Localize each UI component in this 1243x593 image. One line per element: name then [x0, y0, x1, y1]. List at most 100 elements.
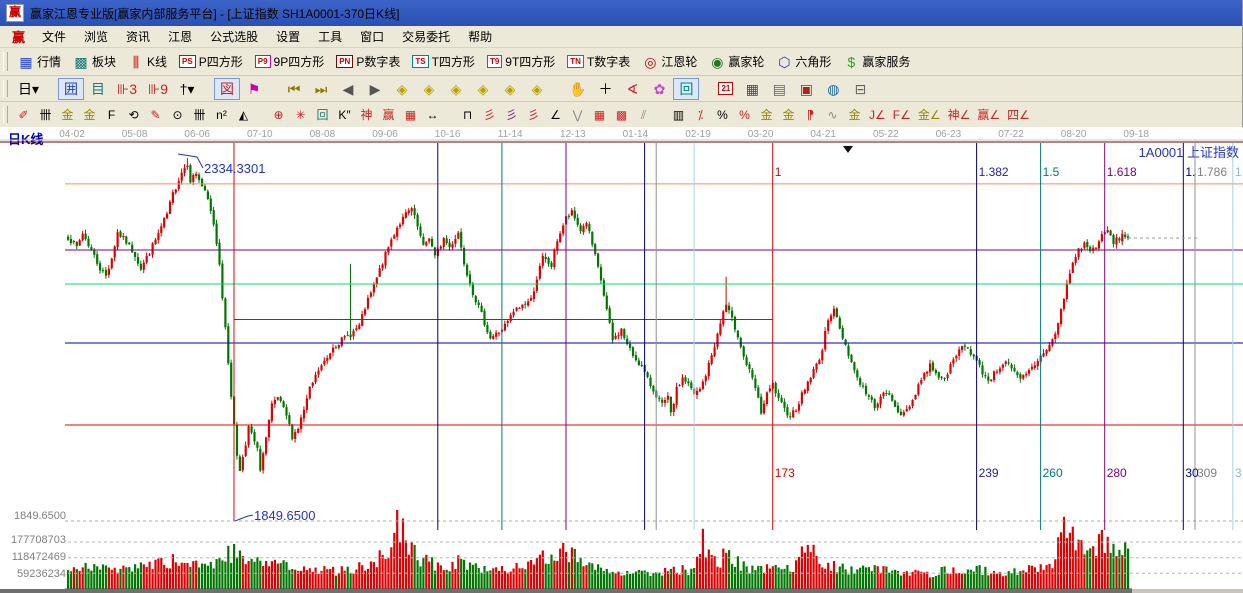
menu-item-4[interactable]: 江恩	[159, 26, 201, 47]
cycle-circle-tool[interactable]: ⊙	[167, 104, 188, 126]
f-ruler-tool[interactable]: F	[101, 104, 122, 126]
t-number-table-button[interactable]: TNT数字表	[562, 51, 635, 73]
diamond-left-button[interactable]: ◈	[389, 78, 415, 100]
menu-item-8[interactable]: 窗口	[351, 26, 393, 47]
color-flag-button[interactable]: ⚑	[241, 78, 267, 100]
k-double-tool[interactable]: K″	[334, 104, 355, 126]
fan-box-tool[interactable]: 彡	[501, 104, 522, 126]
gold-line-tool[interactable]: 金	[844, 104, 865, 126]
fan-box-red-tool[interactable]: 彡	[523, 104, 544, 126]
menu-item-10[interactable]: 帮助	[459, 26, 501, 47]
ray-fan-tool[interactable]: 彡	[479, 104, 500, 126]
diamond-right-button[interactable]: ◈	[416, 78, 442, 100]
stat-bars-tool[interactable]: ▥	[668, 104, 689, 126]
prev-page-button[interactable]: ◀	[335, 78, 361, 100]
9t-square-button[interactable]: T99T四方形	[482, 51, 560, 73]
calculator-button[interactable]: ▦	[739, 78, 765, 100]
square-spiral-tool[interactable]: 回	[312, 104, 333, 126]
save-button[interactable]: ▣	[793, 78, 819, 100]
bars-9-button[interactable]: ⊪9	[143, 78, 173, 100]
ying-grid-tool[interactable]: 赢	[378, 104, 399, 126]
quotes-button[interactable]: ▦行情	[13, 51, 66, 73]
shen-grid-tool[interactable]: 神	[356, 104, 377, 126]
pct-line-tool[interactable]: %	[734, 104, 755, 126]
wave-line-tool[interactable]: ∿	[822, 104, 843, 126]
menu-item-7[interactable]: 工具	[309, 26, 351, 47]
drag-hand-button[interactable]: ✋	[564, 78, 591, 100]
gann-tool-button[interactable]: ✿	[646, 78, 672, 100]
candle-width-dropdown[interactable]: †▾	[174, 78, 200, 100]
grid-table-tool[interactable]: ▦	[589, 104, 610, 126]
menu-item-3[interactable]: 资讯	[117, 26, 159, 47]
number-grid-tool[interactable]: ▦	[400, 104, 421, 126]
diamond-compress-all-button[interactable]: ◈	[524, 78, 550, 100]
toolbar-grip[interactable]	[3, 80, 8, 98]
star-burst-tool[interactable]: ✳	[290, 104, 311, 126]
toolbar-grip[interactable]	[3, 52, 8, 71]
crosshair-button[interactable]: ＋	[592, 78, 618, 100]
v-lines-tool[interactable]: ⋁	[567, 104, 588, 126]
pen-marker-tool[interactable]: ⁋	[800, 104, 821, 126]
first-page-button[interactable]: ⏮	[281, 78, 307, 100]
diamond-expand-button[interactable]: ◈	[443, 78, 469, 100]
chart-area[interactable]: 日K线 1A0001 上证指数 04-0205-0806-0607-1008-0…	[0, 127, 1243, 593]
trade-notes-button[interactable]: ▤	[766, 78, 792, 100]
p-number-table-button[interactable]: PNP数字表	[331, 51, 405, 73]
toolbar-grip[interactable]	[3, 106, 8, 124]
gold-avg-tool[interactable]: 金	[778, 104, 799, 126]
p-square-button[interactable]: PSP四方形	[174, 51, 248, 73]
shen-angle-tool[interactable]: 神∠	[945, 104, 974, 126]
t-frame-tool[interactable]: ⊓	[457, 104, 478, 126]
net-update-button[interactable]: ◍	[820, 78, 846, 100]
menu-item-1[interactable]: 文件	[33, 26, 75, 47]
target-cross-tool[interactable]: ⊕	[268, 104, 289, 126]
red-lattice-button[interactable]: 図	[214, 78, 240, 100]
bars-3-button[interactable]: ⊪3	[112, 78, 142, 100]
menu-item-6[interactable]: 设置	[267, 26, 309, 47]
menu-item-5[interactable]: 公式选股	[201, 26, 267, 47]
gold-grid-a-tool[interactable]: 金	[57, 104, 78, 126]
eraser-tool[interactable]: ✐	[13, 104, 34, 126]
last-page-button[interactable]: ⏭	[308, 78, 334, 100]
region-stats-button[interactable]: 回	[673, 78, 699, 100]
hexagon-button[interactable]: ⬡六角形	[771, 51, 836, 73]
time-marks-tool[interactable]: 卌	[35, 104, 56, 126]
winner-service-button[interactable]: $赢家服务	[838, 51, 915, 73]
f-angle-tool[interactable]: F∠	[890, 104, 914, 126]
gann-wheel-button[interactable]: ◎江恩轮	[637, 51, 702, 73]
kline-button[interactable]: ⫼K线	[123, 51, 172, 73]
angle-measure-button[interactable]: ∢	[619, 78, 645, 100]
gold-grid-b-tool[interactable]: 金	[79, 104, 100, 126]
chart-canvas[interactable]	[0, 127, 1243, 593]
span-arrows-tool[interactable]: ↔	[422, 104, 443, 126]
si-angle-tool[interactable]: 四∠	[1004, 104, 1033, 126]
red-brush-tool[interactable]: ✎	[145, 104, 166, 126]
print-button[interactable]: ⊟	[847, 78, 873, 100]
winner-wheel-button[interactable]: ◉赢家轮	[704, 51, 769, 73]
calendar-button[interactable]: 21	[713, 78, 738, 100]
trend-angles-tool[interactable]: ∠	[545, 104, 566, 126]
gold-circle-tool[interactable]: 金	[756, 104, 777, 126]
angle-compass-tool[interactable]: ◭	[233, 104, 254, 126]
spiral-tool[interactable]: ⟲	[123, 104, 144, 126]
time-ruler-tool[interactable]: 卌	[189, 104, 210, 126]
t-square-button[interactable]: TST四方形	[407, 51, 480, 73]
diamond-compress-button[interactable]: ◈	[470, 78, 496, 100]
ying-angle-tool[interactable]: 赢∠	[974, 104, 1003, 126]
n-squared-tool[interactable]: n²	[211, 104, 232, 126]
grid-table-arrow-tool[interactable]: ▩	[611, 104, 632, 126]
pattern-window-button[interactable]: 囲	[58, 78, 84, 100]
percent-tool[interactable]: %	[712, 104, 733, 126]
next-page-button[interactable]: ▶	[362, 78, 388, 100]
j-angle-tool[interactable]: J∠	[866, 104, 889, 126]
menu-item-2[interactable]: 浏览	[75, 26, 117, 47]
diamond-compress-v-button[interactable]: ◈	[497, 78, 523, 100]
info-panel-button[interactable]: 目	[85, 78, 111, 100]
parallel-lines-tool[interactable]: ⫽	[633, 104, 654, 126]
9p-square-button[interactable]: P99P四方形	[250, 51, 329, 73]
menu-item-9[interactable]: 交易委托	[393, 26, 459, 47]
sectors-button[interactable]: ▩板块	[68, 51, 121, 73]
pct-slash-tool[interactable]: ⁒	[690, 104, 711, 126]
gold-angle-tool[interactable]: 金∠	[915, 104, 944, 126]
kline-style-dropdown[interactable]: 日▾	[13, 78, 44, 100]
